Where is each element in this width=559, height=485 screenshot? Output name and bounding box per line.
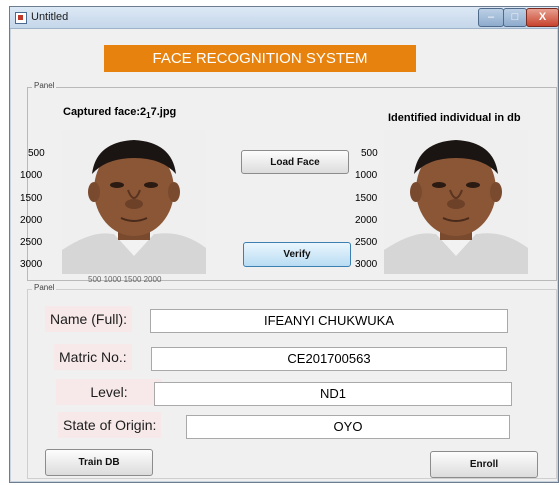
state-field[interactable]: OYO xyxy=(186,415,510,439)
state-label: State of Origin: xyxy=(58,412,162,438)
captured-xaxis-ticks: 500 1000 1500 2000 xyxy=(88,275,162,284)
captured-face-title: Captured face:217.jpg xyxy=(63,106,176,120)
load-face-button[interactable]: Load Face xyxy=(241,150,349,174)
ytick: 3000 xyxy=(355,259,378,270)
minimize-button[interactable]: – xyxy=(478,8,504,27)
maximize-button[interactable]: □ xyxy=(503,8,527,27)
identified-title: Identified individual in db xyxy=(388,112,521,124)
ytick: 1500 xyxy=(355,193,378,204)
matric-label: Matric No.: xyxy=(54,344,132,370)
ytick: 2000 xyxy=(20,215,43,226)
ytick: 1000 xyxy=(20,170,43,181)
ytick: 3000 xyxy=(20,259,43,270)
title-bar[interactable]: Untitled – □ X xyxy=(10,7,559,29)
ytick: 2000 xyxy=(355,215,378,226)
captured-title-ext: 7.jpg xyxy=(150,106,177,118)
panel-label: Panel xyxy=(32,81,57,90)
ytick: 2500 xyxy=(355,237,378,248)
matlab-figure-icon xyxy=(15,12,27,24)
ytick: 2500 xyxy=(20,237,43,248)
identified-face-image xyxy=(384,130,528,274)
app-banner: FACE RECOGNITION SYSTEM xyxy=(104,45,416,72)
app-window: Untitled – □ X FACE RECOGNITION SYSTEM P… xyxy=(9,6,559,483)
level-label: Level: xyxy=(56,379,162,405)
captured-title-text: Captured face:2 xyxy=(63,106,147,118)
ytick: 500 xyxy=(361,148,378,159)
name-field[interactable]: IFEANYI CHUKWUKA xyxy=(150,309,508,333)
close-button[interactable]: X xyxy=(526,8,559,27)
panel-label: Panel xyxy=(32,283,57,292)
enroll-button[interactable]: Enroll xyxy=(430,451,538,478)
level-field[interactable]: ND1 xyxy=(154,382,512,406)
verify-button[interactable]: Verify xyxy=(243,242,351,267)
details-panel: Panel Name (Full): IFEANYI CHUKWUKA Matr… xyxy=(27,283,557,479)
train-db-button[interactable]: Train DB xyxy=(45,449,153,476)
image-panel: Panel Captured face:217.jpg 500 1000 150… xyxy=(20,81,557,284)
name-label: Name (Full): xyxy=(45,306,133,332)
ytick: 1000 xyxy=(355,170,378,181)
captured-face-image xyxy=(62,130,206,274)
matric-field[interactable]: CE201700563 xyxy=(151,347,507,371)
ytick: 1500 xyxy=(20,193,43,204)
window-title: Untitled xyxy=(31,11,69,23)
ytick: 500 xyxy=(28,148,45,159)
